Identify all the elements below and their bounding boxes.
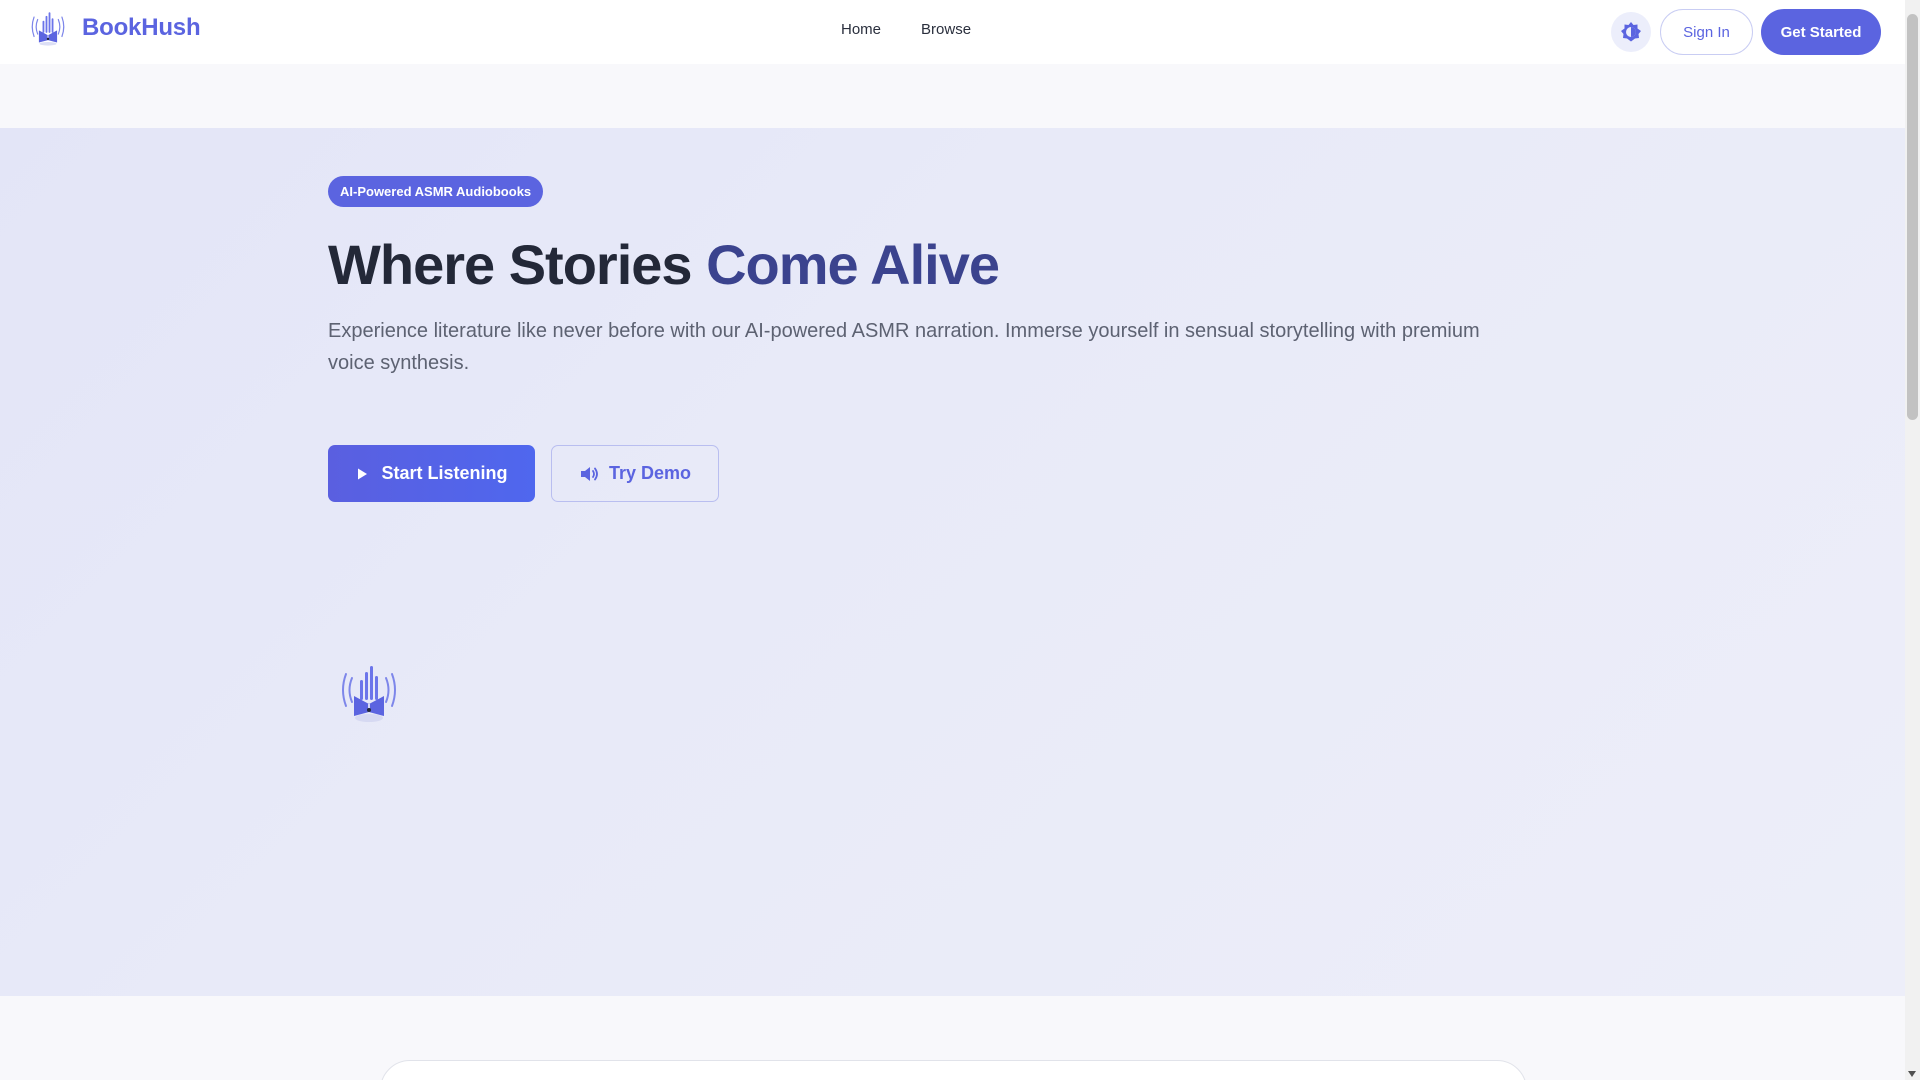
nav-home[interactable]: Home	[841, 21, 881, 38]
theme-toggle-button[interactable]	[1611, 12, 1651, 52]
hero-badge: AI-Powered ASMR Audiobooks	[328, 176, 544, 207]
hero-subtitle: Experience literature like never before …	[328, 320, 1480, 374]
get-started-button[interactable]: Get Started	[1761, 9, 1881, 55]
nav-browse[interactable]: Browse	[921, 21, 971, 38]
cta-row: Start Listening Try Demo	[328, 445, 1508, 502]
try-demo-label: Try Demo	[608, 463, 692, 483]
hero-content: AI-Powered ASMR Audiobooks Where Stories…	[328, 176, 1508, 502]
main-nav: Home Browse	[841, 21, 971, 38]
scroll-down-icon[interactable]	[1908, 1071, 1916, 1077]
speaker-icon	[580, 466, 598, 481]
brand-name: BookHush	[82, 14, 201, 41]
scrollbar-thumb[interactable]	[1907, 14, 1918, 420]
hero-title-part1: Where Stories	[328, 233, 707, 296]
sign-in-button[interactable]: Sign In	[1660, 9, 1753, 55]
hero-title-accent: Come Alive	[706, 233, 1000, 296]
start-listening-label: Start Listening	[381, 463, 508, 483]
page-scrollbar[interactable]	[1905, 0, 1920, 1080]
book-soundwave-icon	[342, 666, 396, 722]
hero-section: AI-Powered ASMR Audiobooks Where Stories…	[0, 128, 1905, 996]
content-card	[380, 1060, 1527, 1080]
hero-title: Where Stories Come Alive	[328, 233, 1508, 297]
brand[interactable]: BookHush	[28, 8, 201, 48]
try-demo-button[interactable]: Try Demo	[551, 445, 719, 502]
top-header: BookHush Home Browse Sign In Get Started	[0, 0, 1905, 64]
theme-toggle-icon	[1621, 22, 1641, 42]
book-soundwave-icon	[31, 12, 65, 46]
start-listening-button[interactable]: Start Listening	[328, 445, 535, 502]
play-icon	[358, 468, 368, 479]
